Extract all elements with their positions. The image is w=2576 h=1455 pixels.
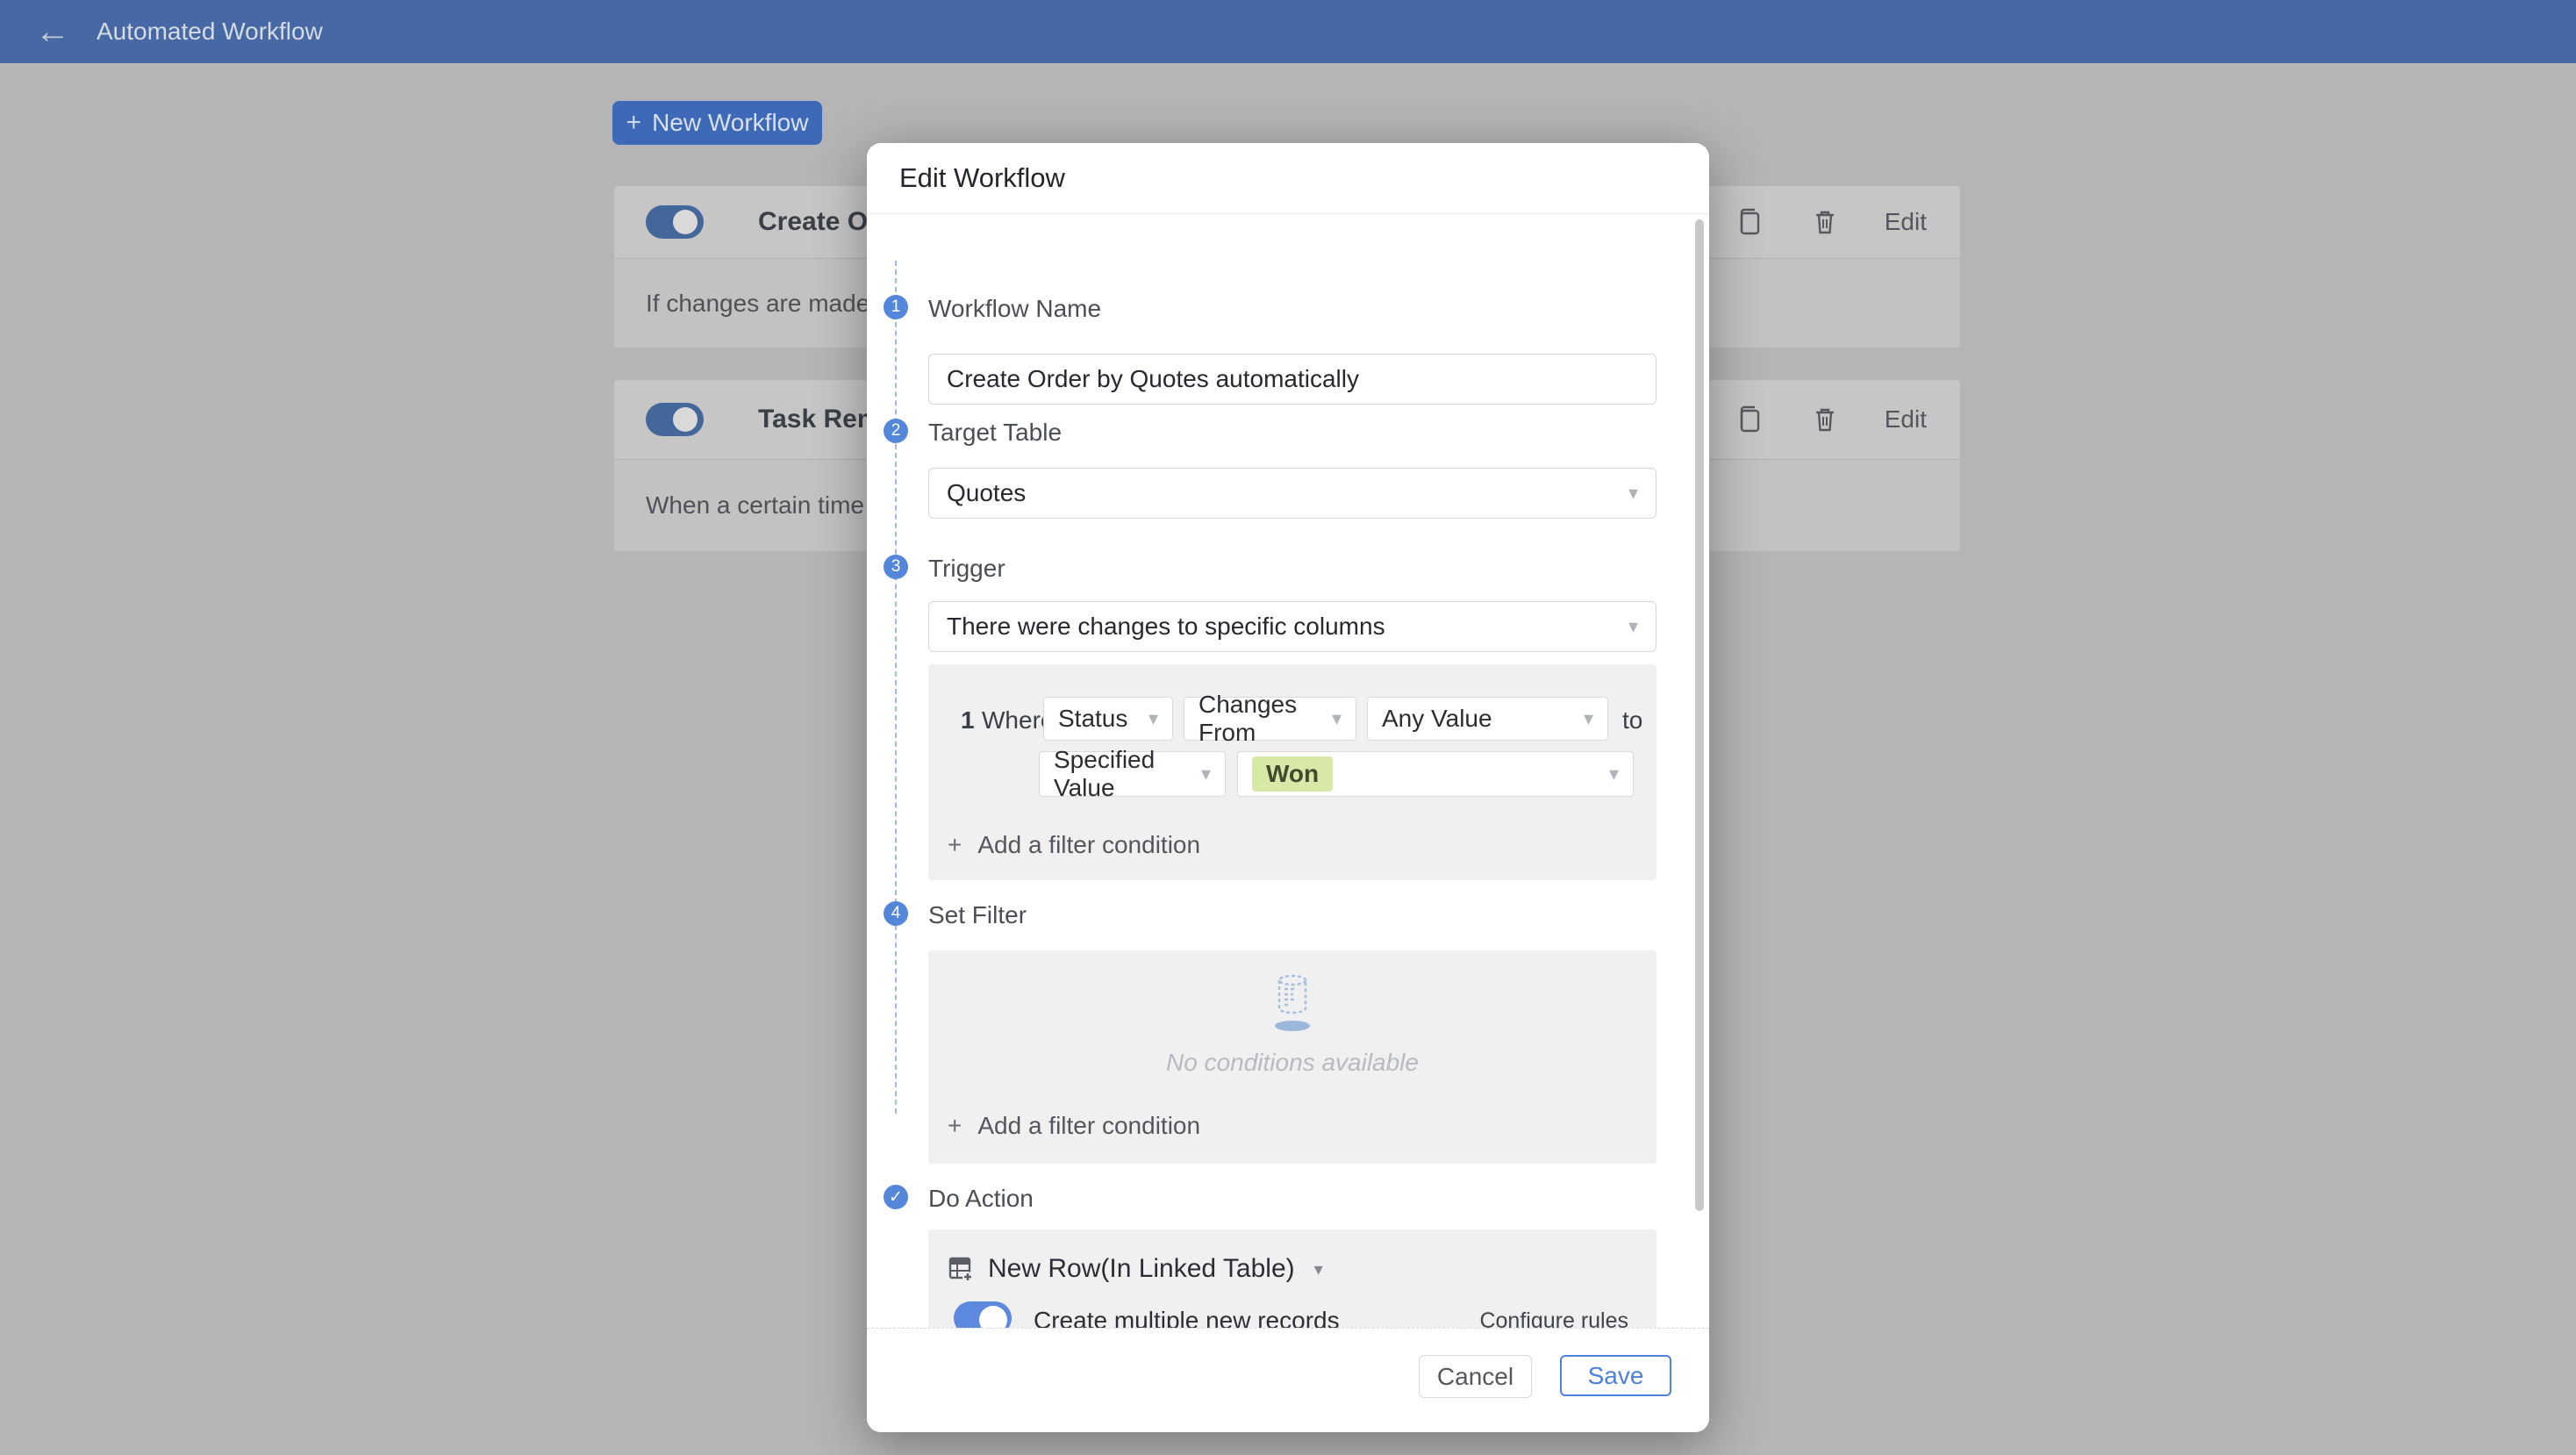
action-type-dropdown[interactable]: New Row(In Linked Table) ▾ [948, 1254, 1323, 1284]
condition-from-select[interactable]: Any Value ▾ [1367, 697, 1608, 741]
condition-value-type-select[interactable]: Specified Value ▾ [1039, 751, 1226, 797]
new-workflow-button[interactable]: + New Workflow [612, 101, 822, 145]
add-filter-condition-label: Add a filter condition [977, 1112, 1200, 1140]
step-1-badge: 1 [884, 295, 908, 319]
new-workflow-label: New Workflow [652, 109, 808, 137]
dialog-header: Edit Workflow [867, 143, 1709, 214]
condition-from-value: Any Value [1382, 705, 1492, 733]
step-4-badge: 4 [884, 901, 908, 926]
condition-field-select[interactable]: Status ▾ [1043, 697, 1173, 741]
add-filter-condition-link[interactable]: + Add a filter condition [948, 831, 1200, 859]
target-table-label: Target Table [928, 419, 1062, 447]
trigger-label: Trigger [928, 555, 1005, 583]
edit-workflow-link[interactable]: Edit [1885, 405, 1927, 434]
cancel-button[interactable]: Cancel [1419, 1355, 1532, 1398]
back-arrow-icon[interactable]: ← [35, 14, 70, 49]
condition-field-value: Status [1058, 705, 1127, 733]
create-multiple-records-toggle[interactable] [954, 1301, 1012, 1328]
trigger-select[interactable]: There were changes to specific columns ▾ [928, 601, 1657, 652]
workflow-name-label: Workflow Name [928, 295, 1101, 323]
set-filter-panel: No conditions available + Add a filter c… [928, 950, 1657, 1164]
copy-icon[interactable] [1734, 404, 1765, 435]
condition-to-value-select[interactable]: Won ▾ [1237, 751, 1634, 797]
condition-index: 1 [961, 706, 975, 735]
caret-down-icon: ▾ [1584, 707, 1593, 730]
step-5-check-badge: ✓ [884, 1185, 908, 1209]
delete-icon[interactable] [1809, 206, 1841, 238]
top-app-bar: ← Automated Workflow [0, 0, 2576, 63]
condition-value-type: Specified Value [1054, 746, 1201, 802]
create-multiple-records-label: Create multiple new records [1034, 1307, 1340, 1328]
condition-operator-select[interactable]: Changes From ▾ [1184, 697, 1356, 741]
toggle-knob [979, 1306, 1007, 1328]
target-table-value: Quotes [947, 479, 1026, 507]
target-table-select[interactable]: Quotes ▾ [928, 468, 1657, 519]
workflow-enabled-toggle[interactable] [646, 205, 704, 239]
new-row-icon [948, 1255, 974, 1283]
trigger-value: There were changes to specific columns [947, 613, 1385, 641]
condition-operator-value: Changes From [1199, 691, 1332, 747]
save-button[interactable]: Save [1560, 1355, 1671, 1396]
copy-icon[interactable] [1734, 206, 1765, 238]
edit-workflow-dialog: Edit Workflow 1 Workflow Name 2 Target T… [867, 143, 1709, 1432]
caret-down-icon: ▾ [1148, 707, 1158, 730]
caret-down-icon: ▾ [1201, 763, 1211, 785]
action-type-value: New Row(In Linked Table) [988, 1254, 1295, 1284]
workflow-enabled-toggle[interactable] [646, 403, 704, 436]
caret-down-icon: ▾ [1332, 707, 1342, 730]
caret-down-icon: ▾ [1314, 1258, 1323, 1280]
edit-workflow-link[interactable]: Edit [1885, 208, 1927, 236]
modal-scrollbar-thumb[interactable] [1695, 219, 1704, 1211]
plus-icon: + [948, 831, 962, 859]
plus-icon: + [626, 110, 642, 136]
condition-to-label: to [1622, 706, 1642, 735]
toggle-knob [673, 407, 698, 432]
dialog-title: Edit Workflow [899, 162, 1065, 194]
set-filter-label: Set Filter [928, 901, 1027, 929]
caret-down-icon: ▾ [1628, 482, 1638, 505]
workflow-name-input[interactable] [928, 354, 1657, 405]
delete-icon[interactable] [1809, 404, 1841, 435]
status-tag-won: Won [1252, 756, 1333, 792]
empty-state-icon [1258, 973, 1327, 1035]
step-connector-line [895, 261, 897, 1114]
toggle-knob [673, 210, 698, 234]
caret-down-icon: ▾ [1609, 763, 1619, 785]
step-3-badge: 3 [884, 555, 908, 579]
dialog-footer: Cancel Save [867, 1328, 1709, 1432]
do-action-panel: New Row(In Linked Table) ▾ Create multip… [928, 1229, 1657, 1328]
add-filter-condition-link[interactable]: + Add a filter condition [948, 1112, 1200, 1140]
do-action-label: Do Action [928, 1185, 1034, 1213]
plus-icon: + [948, 1112, 962, 1140]
caret-down-icon: ▾ [1628, 615, 1638, 638]
add-filter-condition-label: Add a filter condition [977, 831, 1200, 859]
page-title: Automated Workflow [97, 18, 323, 46]
trigger-condition-panel: 1 Where Status ▾ Changes From ▾ Any Valu… [928, 664, 1657, 880]
empty-state-text: No conditions available [928, 1049, 1657, 1077]
step-2-badge: 2 [884, 419, 908, 443]
dialog-body: 1 Workflow Name 2 Target Table Quotes ▾ … [867, 214, 1709, 1328]
configure-rules-link[interactable]: Configure rules [1479, 1308, 1628, 1328]
